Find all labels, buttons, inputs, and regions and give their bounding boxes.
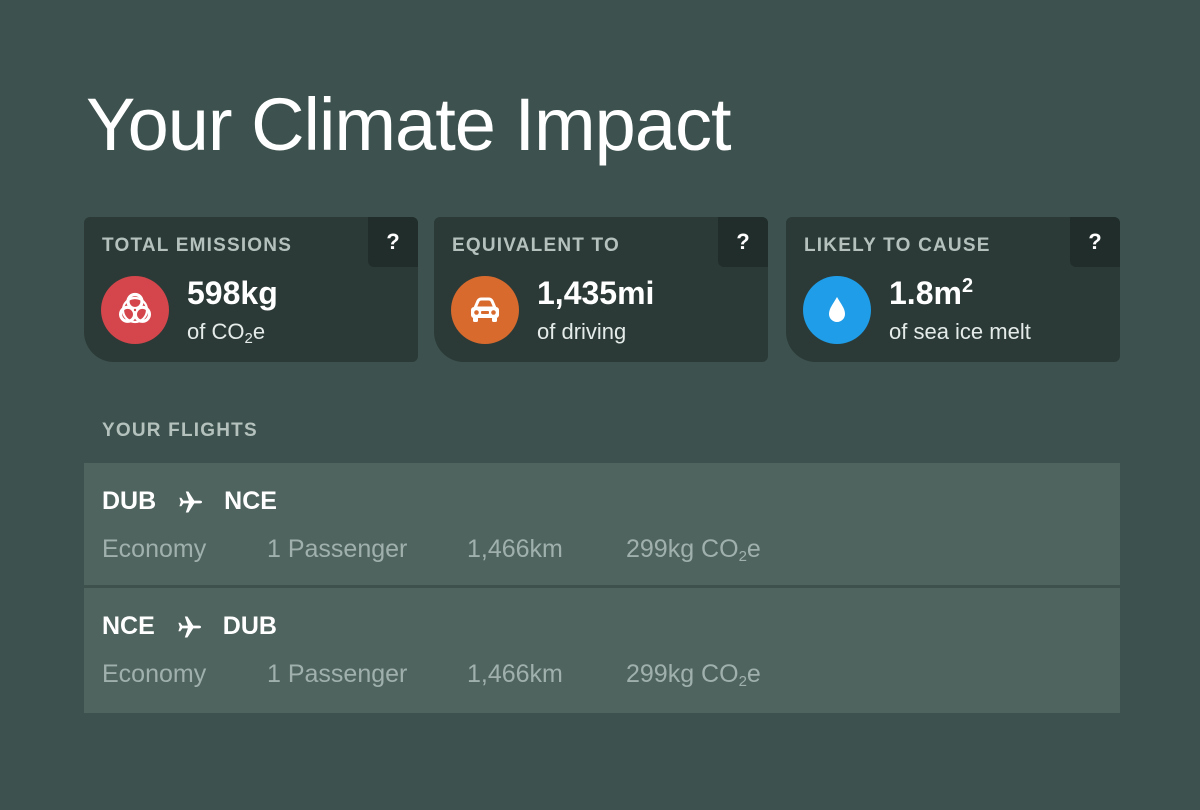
airplane-icon [177, 614, 203, 640]
origin-airport: DUB [102, 487, 157, 515]
emissions-value: 598kg [187, 275, 278, 311]
car-icon [451, 276, 519, 344]
card-label: TOTAL EMISSIONS [102, 235, 293, 256]
destination-airport: DUB [222, 612, 277, 640]
impact-cards: TOTAL EMISSIONS ? 598kg of CO2e EQUIVALE… [84, 217, 1120, 362]
flight-co2: 299kg CO2e [626, 535, 761, 565]
flight-row[interactable]: NCE DUB Economy 1 Passenger 1,466km 299k… [84, 588, 1120, 713]
flight-route: NCE DUB [102, 612, 277, 641]
driving-value: 1,435mi [537, 275, 655, 311]
flights-list: DUB NCE Economy 1 Passenger 1,466km 299k… [84, 463, 1120, 713]
equivalent-card: EQUIVALENT TO ? 1,435mi of driving [434, 217, 768, 362]
water-drop-icon [803, 276, 871, 344]
airplane-icon [178, 489, 204, 515]
flight-class: Economy [102, 535, 207, 563]
flight-row[interactable]: DUB NCE Economy 1 Passenger 1,466km 299k… [84, 463, 1120, 588]
destination-airport: NCE [224, 487, 277, 515]
help-button[interactable]: ? [368, 217, 418, 267]
sea-ice-value: 1.8m2 [889, 275, 974, 311]
flight-distance: 1,466km [467, 660, 563, 688]
card-label: EQUIVALENT TO [452, 235, 620, 256]
origin-airport: NCE [102, 612, 155, 640]
help-button[interactable]: ? [718, 217, 768, 267]
flight-route: DUB NCE [102, 487, 277, 516]
page-title: Your Climate Impact [86, 83, 732, 166]
flight-class: Economy [102, 660, 207, 688]
help-button[interactable]: ? [1070, 217, 1120, 267]
total-emissions-card: TOTAL EMISSIONS ? 598kg of CO2e [84, 217, 418, 362]
driving-unit: of driving [537, 319, 627, 344]
biohazard-icon [101, 276, 169, 344]
flight-co2: 299kg CO2e [626, 660, 761, 690]
emissions-unit: of CO2e [187, 319, 266, 347]
sea-ice-unit: of sea ice melt [889, 319, 1031, 344]
likely-to-cause-card: LIKELY TO CAUSE ? 1.8m2 of sea ice melt [786, 217, 1120, 362]
flight-passengers: 1 Passenger [267, 535, 408, 563]
flight-passengers: 1 Passenger [267, 660, 408, 688]
climate-impact-page: Your Climate Impact TOTAL EMISSIONS ? 59… [0, 0, 1200, 810]
flights-section-label: YOUR FLIGHTS [102, 420, 258, 441]
card-label: LIKELY TO CAUSE [804, 235, 991, 256]
flight-distance: 1,466km [467, 535, 563, 563]
